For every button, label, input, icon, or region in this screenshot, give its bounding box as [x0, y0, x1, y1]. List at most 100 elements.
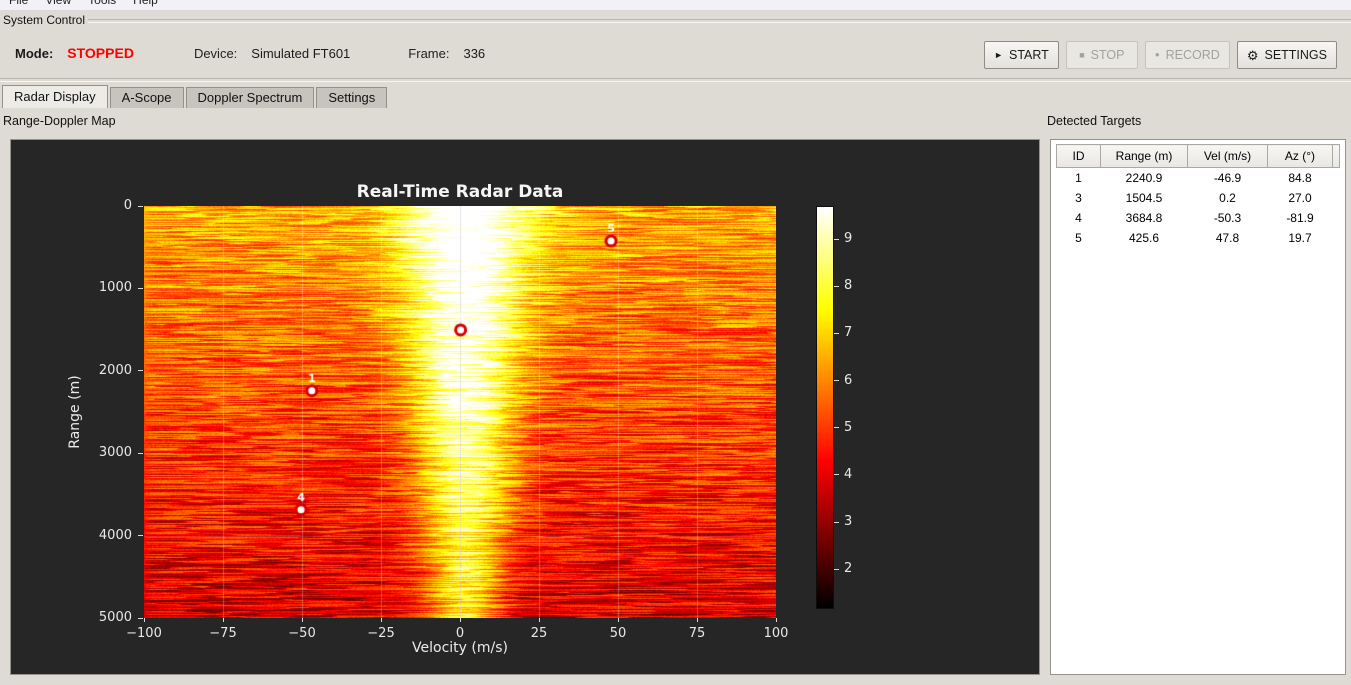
- settings-button-label: SETTINGS: [1264, 48, 1327, 62]
- x-tick-mark: [617, 618, 619, 622]
- cell-range: 425.6: [1128, 231, 1160, 245]
- table-header-row: ID Range (m) Vel (m/s) Az (°): [1056, 144, 1340, 168]
- cell-id: 1: [1075, 171, 1082, 185]
- play-icon: ►: [994, 49, 1003, 60]
- system-control-group-label: System Control: [3, 13, 86, 27]
- colorbar-tick-label: 8: [844, 278, 853, 294]
- range-doppler-map-label: Range-Doppler Map: [3, 114, 116, 128]
- y-tick-label: 4000: [98, 527, 132, 543]
- target-row[interactable]: 3 1504.5 0.2 27.0: [1057, 188, 1340, 208]
- y-tick-label: 0: [123, 198, 132, 213]
- x-tick-label: 100: [763, 626, 789, 641]
- detected-targets-panel: ID Range (m) Vel (m/s) Az (°) 1 2240.9 -…: [1050, 139, 1346, 675]
- cell-vel: 0.2: [1219, 191, 1236, 205]
- x-tick-label: 25: [530, 626, 548, 641]
- plot-title: Real-Time Radar Data: [356, 182, 564, 202]
- menu-view[interactable]: View: [45, 0, 71, 7]
- cell-az: 27.0: [1288, 191, 1312, 205]
- cell-id: 4: [1075, 211, 1082, 225]
- colorbar-tick-label: 9: [844, 231, 853, 247]
- x-tick-mark: [459, 618, 461, 622]
- cell-range: 3684.8: [1125, 211, 1163, 225]
- range-doppler-plot-panel: Real-Time Radar Data Velocity (m/s) Rang…: [10, 139, 1040, 675]
- target-row[interactable]: 5 425.6 47.8 19.7: [1057, 228, 1340, 248]
- start-button-label: START: [1008, 48, 1049, 62]
- tab-bar: Radar Display A-Scope Doppler Spectrum S…: [2, 85, 389, 108]
- colorbar-tick-label: 7: [844, 325, 853, 341]
- x-tick-label: −100: [126, 626, 162, 641]
- device-value: Simulated FT601: [251, 45, 351, 61]
- y-tick-mark: [138, 370, 143, 372]
- colorbar-tick-label: 3: [844, 514, 853, 530]
- tab-radar-display[interactable]: Radar Display: [2, 85, 108, 108]
- y-tick-mark: [138, 452, 143, 454]
- x-tick-label: 0: [455, 626, 465, 641]
- colorbar-tick-label: 4: [844, 466, 853, 482]
- stop-button-label: STOP: [1090, 48, 1125, 62]
- detected-targets-table: ID Range (m) Vel (m/s) Az (°) 1 2240.9 -…: [1056, 144, 1340, 248]
- colorbar-tick-label: 2: [844, 561, 853, 577]
- colorbar-tick-label: 6: [844, 372, 853, 388]
- cell-vel: 47.8: [1215, 231, 1240, 245]
- x-tick-mark: [222, 618, 224, 622]
- cell-az: -81.9: [1286, 211, 1314, 225]
- menu-bar: File View Tools Help: [0, 0, 1351, 11]
- x-tick-mark: [380, 618, 382, 622]
- colorbar-tick-mark: [834, 380, 839, 382]
- tab-doppler-spectrum[interactable]: Doppler Spectrum: [185, 87, 315, 108]
- record-icon: ●: [1154, 50, 1160, 59]
- colorbar-tick-mark: [834, 521, 839, 523]
- cell-id: 3: [1075, 191, 1082, 205]
- column-header-az[interactable]: Az (°): [1267, 144, 1333, 168]
- cell-id: 5: [1075, 231, 1082, 245]
- tab-settings[interactable]: Settings: [316, 87, 388, 108]
- groupbox-divider: [88, 19, 1351, 23]
- colorbar-tick-mark: [834, 285, 839, 287]
- frame-label: Frame:: [408, 45, 450, 61]
- x-tick-mark: [301, 618, 303, 622]
- x-tick-mark: [696, 618, 698, 622]
- cell-range: 2240.9: [1125, 171, 1163, 185]
- stop-button[interactable]: ■ STOP: [1065, 41, 1138, 69]
- x-tick-label: 50: [609, 626, 627, 641]
- y-tick-label: 3000: [98, 445, 132, 461]
- mode-value: STOPPED: [67, 45, 134, 61]
- x-tick-mark: [775, 618, 777, 622]
- toolbar-buttons: ► START ■ STOP ● RECORD ⚙ SETTINGS: [984, 41, 1337, 69]
- colorbar-tick-mark: [834, 238, 839, 240]
- settings-button[interactable]: ⚙ SETTINGS: [1236, 41, 1337, 69]
- mode-label: Mode:: [15, 45, 54, 61]
- cell-az: 84.8: [1288, 171, 1312, 185]
- stop-icon: ■: [1079, 49, 1085, 60]
- frame-value: 336: [463, 45, 486, 61]
- detected-targets-label: Detected Targets: [1047, 114, 1142, 128]
- y-axis-label: Range (m): [67, 375, 83, 449]
- column-header-filler: [1332, 144, 1340, 168]
- y-tick-mark: [138, 205, 143, 207]
- x-tick-mark: [538, 618, 540, 622]
- colorbar-tick-mark: [834, 568, 839, 570]
- y-tick-label: 2000: [98, 362, 132, 378]
- column-header-vel[interactable]: Vel (m/s): [1187, 144, 1268, 168]
- start-button[interactable]: ► START: [984, 41, 1059, 69]
- cell-range: 1504.5: [1125, 191, 1163, 205]
- x-tick-label: 75: [688, 626, 706, 641]
- gear-icon: ⚙: [1246, 47, 1259, 63]
- target-row[interactable]: 1 2240.9 -46.9 84.8: [1057, 168, 1340, 189]
- column-header-id[interactable]: ID: [1056, 144, 1101, 168]
- menu-help[interactable]: Help: [133, 0, 158, 7]
- record-button[interactable]: ● RECORD: [1144, 41, 1230, 69]
- cell-vel: -46.9: [1213, 171, 1242, 185]
- record-button-label: RECORD: [1165, 48, 1220, 62]
- cell-vel: -50.3: [1213, 211, 1242, 225]
- target-row[interactable]: 4 3684.8 -50.3 -81.9: [1057, 208, 1340, 228]
- x-axis-label: Velocity (m/s): [412, 640, 508, 656]
- colorbar: [816, 206, 834, 609]
- menu-file[interactable]: File: [9, 0, 28, 7]
- colorbar-tick-mark: [834, 332, 839, 334]
- colorbar-tick-mark: [834, 427, 839, 429]
- cell-az: 19.7: [1288, 231, 1312, 245]
- column-header-range[interactable]: Range (m): [1100, 144, 1188, 168]
- tab-a-scope[interactable]: A-Scope: [109, 87, 184, 108]
- menu-tools[interactable]: Tools: [88, 0, 116, 7]
